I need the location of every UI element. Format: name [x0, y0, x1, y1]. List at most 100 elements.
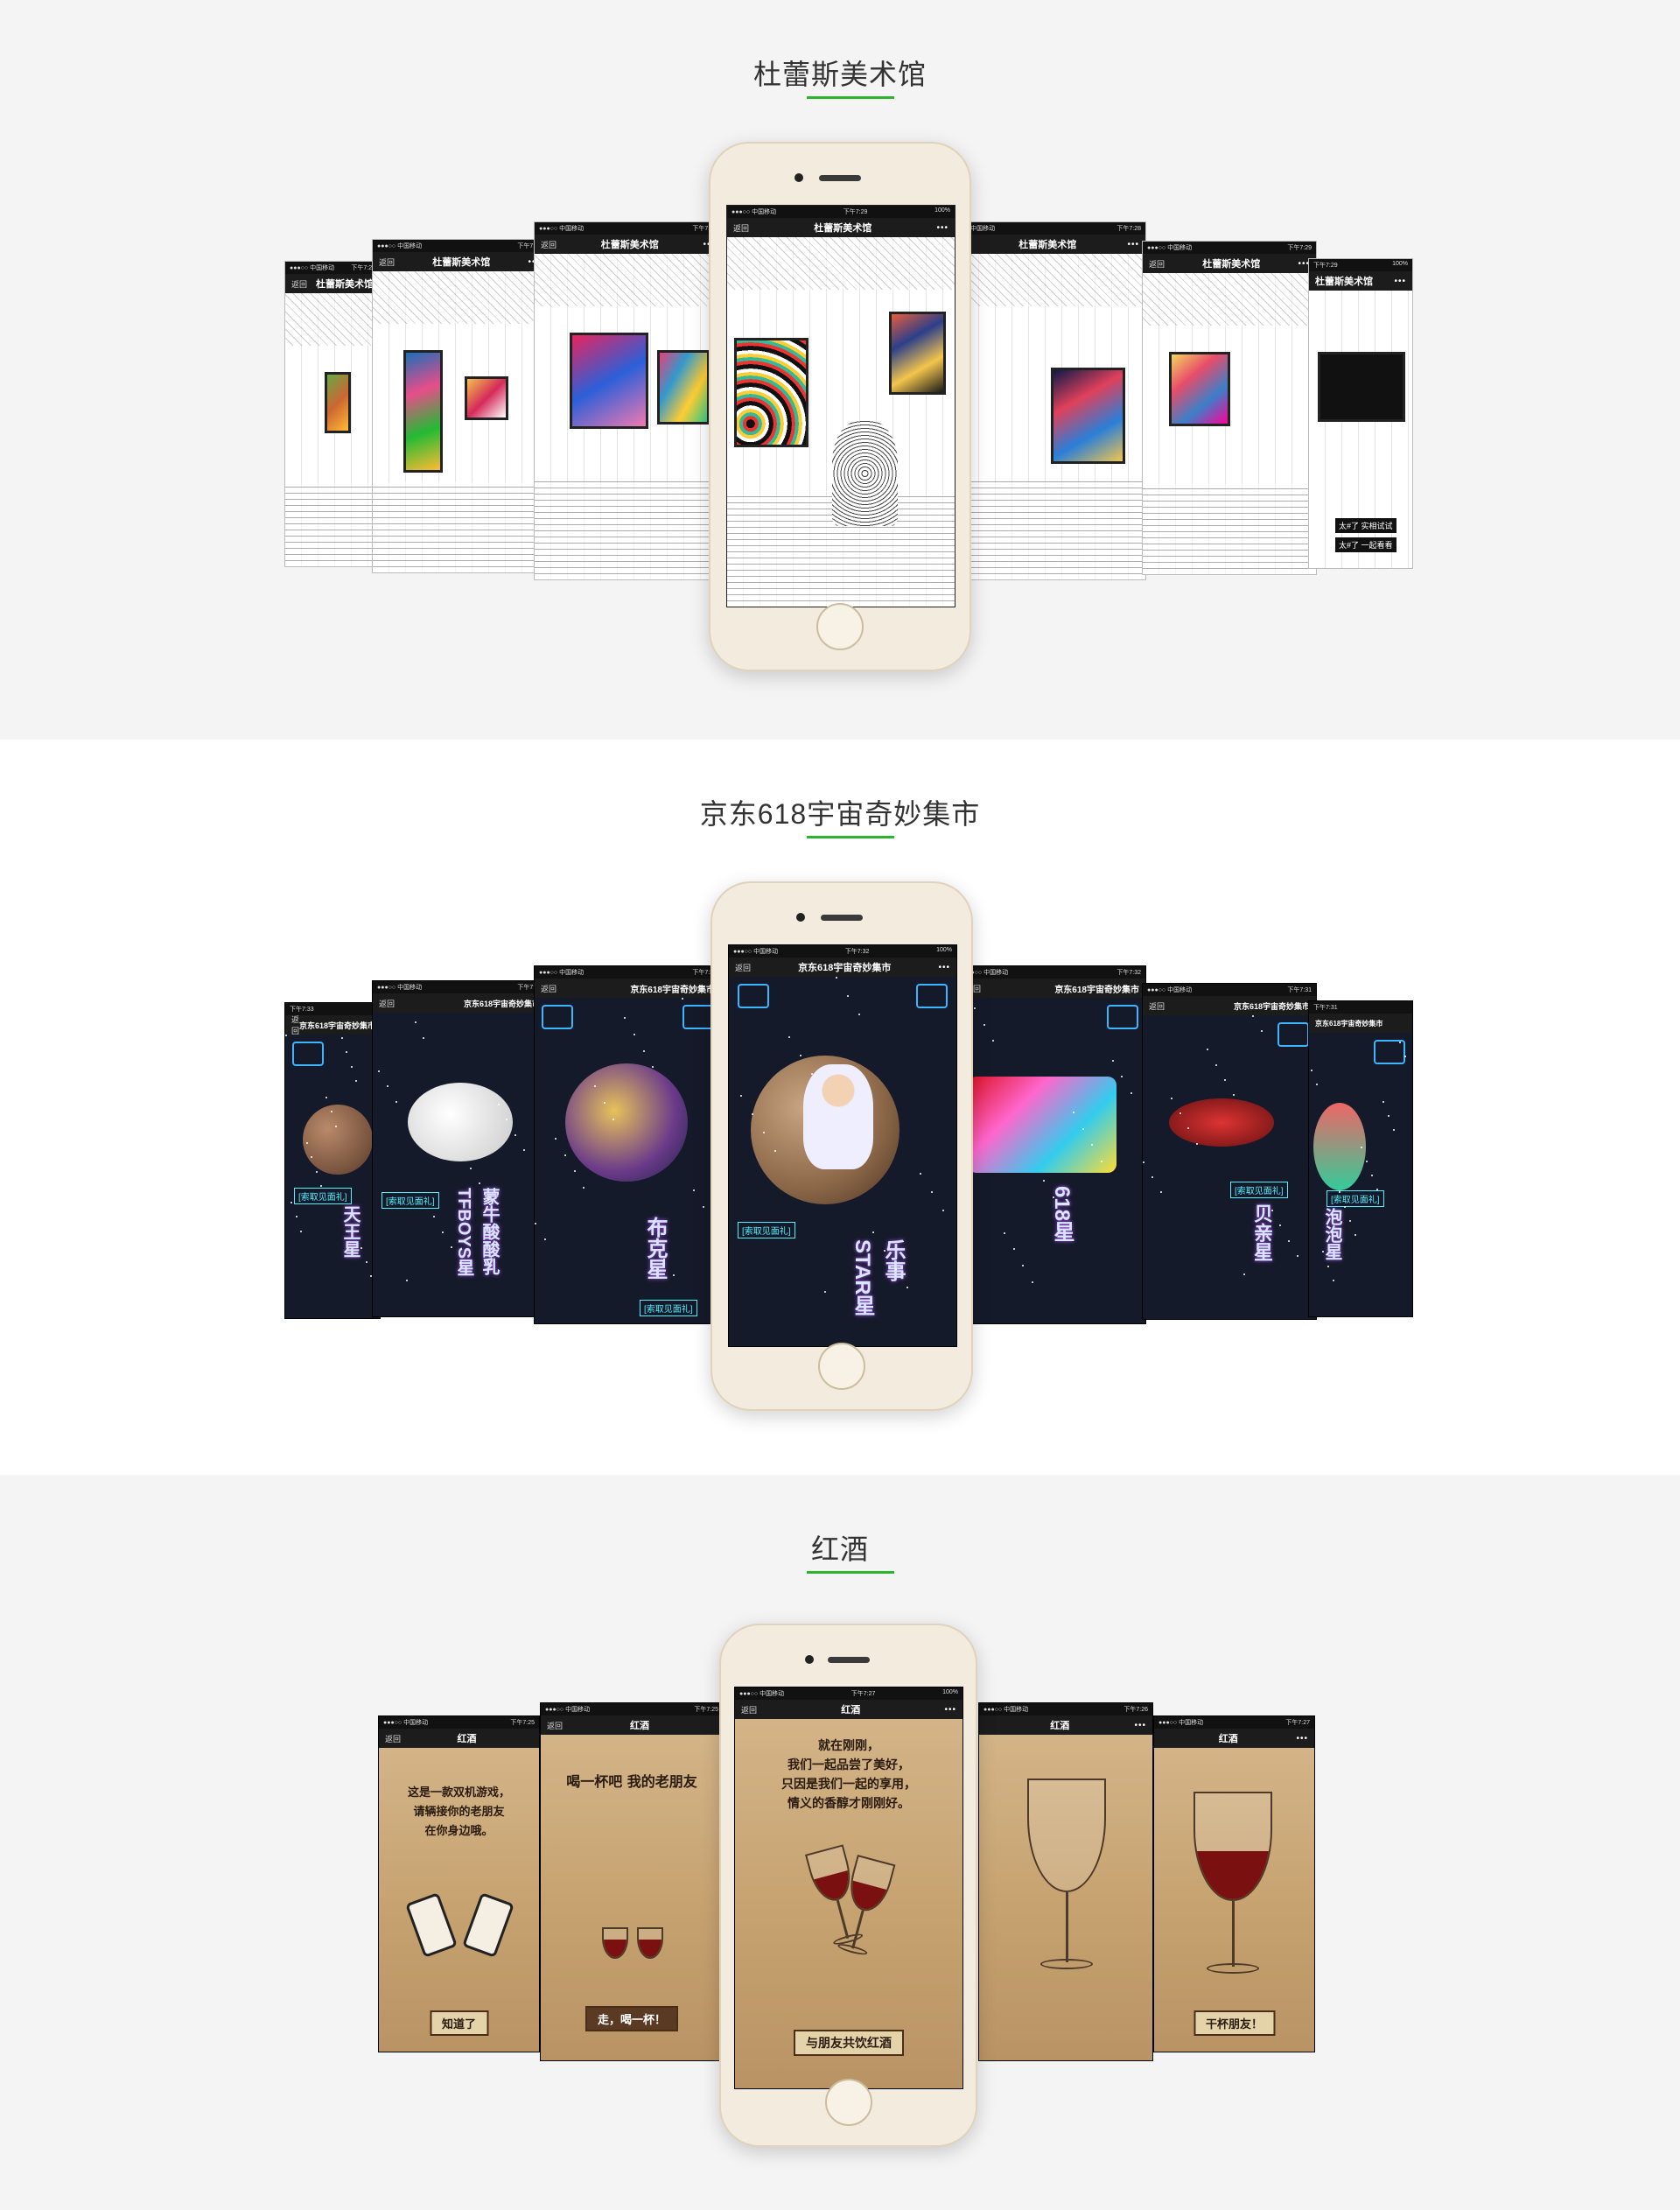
screen-main[interactable]: ●●●○○ 中国移动 下午7:27 100% 返回 红酒 ••• 就在刚刚， 我们一起品… — [734, 1687, 963, 2089]
more-icon[interactable]: ••• — [1134, 1721, 1146, 1730]
space-scene: [索取见面礼] 蒙牛酸酸乳 TFBOYS星 — [373, 1013, 546, 1316]
back-button[interactable]: 返回 — [291, 1014, 299, 1036]
nav-title: 杜蕾斯美术馆 — [432, 257, 491, 268]
more-icon[interactable]: ••• — [1394, 277, 1406, 286]
star-dot — [423, 1036, 425, 1039]
gift-tag[interactable]: [索取见面礼] — [294, 1188, 352, 1204]
cheers-button[interactable]: 干杯朋友！ — [1193, 2010, 1276, 2036]
button-try[interactable]: 太#了 实相试试 — [1335, 518, 1396, 533]
carrier: ●●●○○ 中国移动 — [545, 1707, 591, 1713]
star-dot — [1382, 1100, 1384, 1103]
museum-scene: 太#了 实相试试 太#了 一起看看 — [1309, 291, 1412, 568]
star-dot — [1151, 1175, 1153, 1178]
back-button[interactable]: 返回 — [541, 239, 556, 250]
back-button[interactable]: 返回 — [379, 256, 395, 268]
star-dot — [1404, 1055, 1406, 1057]
gift-tag[interactable]: [索取见面礼] — [1230, 1182, 1288, 1198]
screen-preview[interactable]: ●●●○○ 中国移动 下午7:25 返回 红酒 喝一杯吧 我的老朋友 走，喝一杯！ — [540, 1702, 724, 2061]
star-dot — [1100, 1161, 1102, 1162]
star-dot — [992, 1040, 995, 1042]
gift-tag[interactable]: [索取见面礼] — [382, 1192, 439, 1209]
nav-title: 杜蕾斯美术馆 — [1202, 259, 1261, 270]
more-icon[interactable]: ••• — [1127, 240, 1139, 249]
star-dot — [1159, 1191, 1162, 1194]
back-button[interactable]: 返回 — [741, 1704, 757, 1715]
screen-preview[interactable]: ●●●○○ 中国移动 下午7:26 红酒 ••• — [978, 1702, 1153, 2061]
gift-tag[interactable]: [索取见面礼] — [738, 1222, 795, 1238]
screen-preview[interactable]: ●●●○○ 中国移动 下午7:32 返回 京东618宇宙奇妙集市 布克星 [索取见面… — [534, 965, 722, 1324]
status-bar: ●●●○○ 中国移动 下午7:29 — [285, 262, 380, 274]
star-dot — [459, 1261, 461, 1264]
star-dot — [478, 1182, 480, 1185]
screen-preview[interactable]: ●●●○○ 中国移动下午7:29 返回杜蕾斯美术馆••• — [1142, 241, 1317, 575]
time: 下午7:25 — [694, 1707, 718, 1713]
screen-preview[interactable]: 下午7:33 返回 京东618宇宙奇妙集市 [索取见面礼] 天王星 — [284, 1002, 381, 1319]
back-button[interactable]: 返回 — [379, 998, 395, 1009]
gift-tag[interactable]: [索取见面礼] — [1326, 1190, 1384, 1207]
more-icon[interactable]: ••• — [1296, 1734, 1308, 1743]
hud-icon[interactable] — [738, 984, 769, 1008]
more-icon[interactable]: ••• — [936, 223, 948, 233]
screen-preview[interactable]: ●●●○○ 中国移动 下午7:27 红酒 ••• 干杯朋友！ — [1153, 1715, 1315, 2052]
hud-icon[interactable] — [542, 1005, 573, 1029]
screen-preview[interactable]: 下午7:31 京东618宇宙奇妙集市 [索取见面礼] 泡泡星 — [1308, 1000, 1413, 1317]
star-dot — [395, 1100, 397, 1103]
back-button[interactable]: 返回 — [541, 983, 556, 994]
back-button[interactable]: 返回 — [733, 222, 749, 234]
screen-preview[interactable]: 下午7:29 100% 杜蕾斯美术馆 ••• 太#了 实相试试 太#了 一起看看 — [1308, 258, 1413, 569]
front-camera-icon — [805, 1655, 814, 1664]
got-it-button[interactable]: 知道了 — [429, 2010, 489, 2036]
chart-icon[interactable] — [916, 984, 948, 1008]
nav-title: 京东618宇宙奇妙集市 — [798, 963, 892, 973]
carrier: ●●●○○ 中国移动 — [290, 265, 335, 271]
screen-preview[interactable]: ●●●○○ 中国移动 下午7:31 返回 京东618宇宙奇妙集市 [索取见面礼] 贝… — [1142, 983, 1317, 1320]
star-dot — [1333, 1279, 1335, 1281]
back-button[interactable]: 返回 — [1149, 1000, 1165, 1012]
gift-tag[interactable]: [索取见面礼] — [640, 1300, 697, 1316]
title-underline — [807, 96, 894, 99]
star-dot — [931, 1190, 934, 1193]
chart-icon[interactable] — [1278, 1022, 1309, 1047]
screen-preview[interactable]: ●●●○○ 中国移动 下午7:33 返回 京东618宇宙奇妙集市 [索取见面礼] 蒙… — [372, 980, 547, 1317]
chart-icon[interactable] — [1374, 1040, 1405, 1064]
paper-scene — [979, 1735, 1152, 2060]
screen-preview[interactable]: ●●●○○ 中国移动 下午7:25 返回 红酒 这是一款双机游戏， 请辆接你的老朋友… — [378, 1715, 540, 2052]
chart-icon[interactable] — [682, 1005, 714, 1029]
star-dot — [652, 1066, 654, 1069]
time: 下午7:28 — [1116, 226, 1141, 232]
artwork — [889, 312, 946, 395]
screen-preview[interactable]: ●●●○○ 中国移动下午7:28 返回杜蕾斯美术馆••• — [945, 221, 1146, 580]
artwork — [1169, 352, 1230, 426]
home-button[interactable] — [818, 1343, 865, 1390]
nav-bar: 杜蕾斯美术馆 ••• — [1309, 271, 1412, 291]
back-button[interactable]: 返回 — [385, 1733, 401, 1744]
phone-frame: ●●●○○ 中国移动 下午7:29 100% 返回 杜蕾斯美术馆 ••• — [709, 142, 971, 671]
screen-preview[interactable]: ●●●○○ 中国移动下午7:29 返回杜蕾斯美术馆••• — [372, 239, 547, 573]
more-icon[interactable]: ••• — [938, 963, 950, 972]
share-wine-button[interactable]: 与朋友共饮红酒 — [794, 2030, 904, 2056]
button-watch[interactable]: 太#了 一起看看 — [1335, 537, 1396, 552]
star-dot — [1370, 1175, 1373, 1176]
back-button[interactable]: 返回 — [1149, 258, 1165, 270]
back-button[interactable]: 返回 — [547, 1720, 563, 1731]
back-button[interactable]: 返回 — [291, 278, 307, 290]
star-dot — [799, 1054, 802, 1056]
star-dot — [1143, 1161, 1144, 1163]
nav-title: 红酒 — [1050, 1721, 1070, 1731]
screen-main[interactable]: ●●●○○ 中国移动 下午7:32 100% 返回 京东618宇宙奇妙集市 ••• [索… — [728, 944, 957, 1347]
star-dot — [1387, 1114, 1390, 1117]
screen-preview[interactable]: ●●●○○ 中国移动 下午7:32 返回 京东618宇宙奇妙集市 618星 — [958, 965, 1146, 1324]
screen-preview[interactable]: ●●●○○ 中国移动下午7:28 返回杜蕾斯美术馆••• — [534, 221, 722, 580]
star-dot — [920, 1172, 922, 1175]
star-dot — [433, 1216, 436, 1218]
home-button[interactable] — [816, 603, 864, 650]
screen-main[interactable]: ●●●○○ 中国移动 下午7:29 100% 返回 杜蕾斯美术馆 ••• — [726, 205, 956, 607]
chart-icon[interactable] — [1107, 1005, 1138, 1029]
back-button[interactable]: 返回 — [735, 962, 751, 973]
home-button[interactable] — [824, 2079, 872, 2126]
status-bar: ●●●○○ 中国移动 下午7:28 — [946, 222, 1145, 235]
screen-preview[interactable]: ●●●○○ 中国移动 下午7:29 返回 杜蕾斯美术馆 — [284, 261, 381, 567]
more-icon[interactable]: ••• — [944, 1705, 956, 1715]
hud-icon[interactable] — [292, 1042, 324, 1066]
drink-button[interactable]: 走，喝一杯！ — [584, 2006, 679, 2031]
